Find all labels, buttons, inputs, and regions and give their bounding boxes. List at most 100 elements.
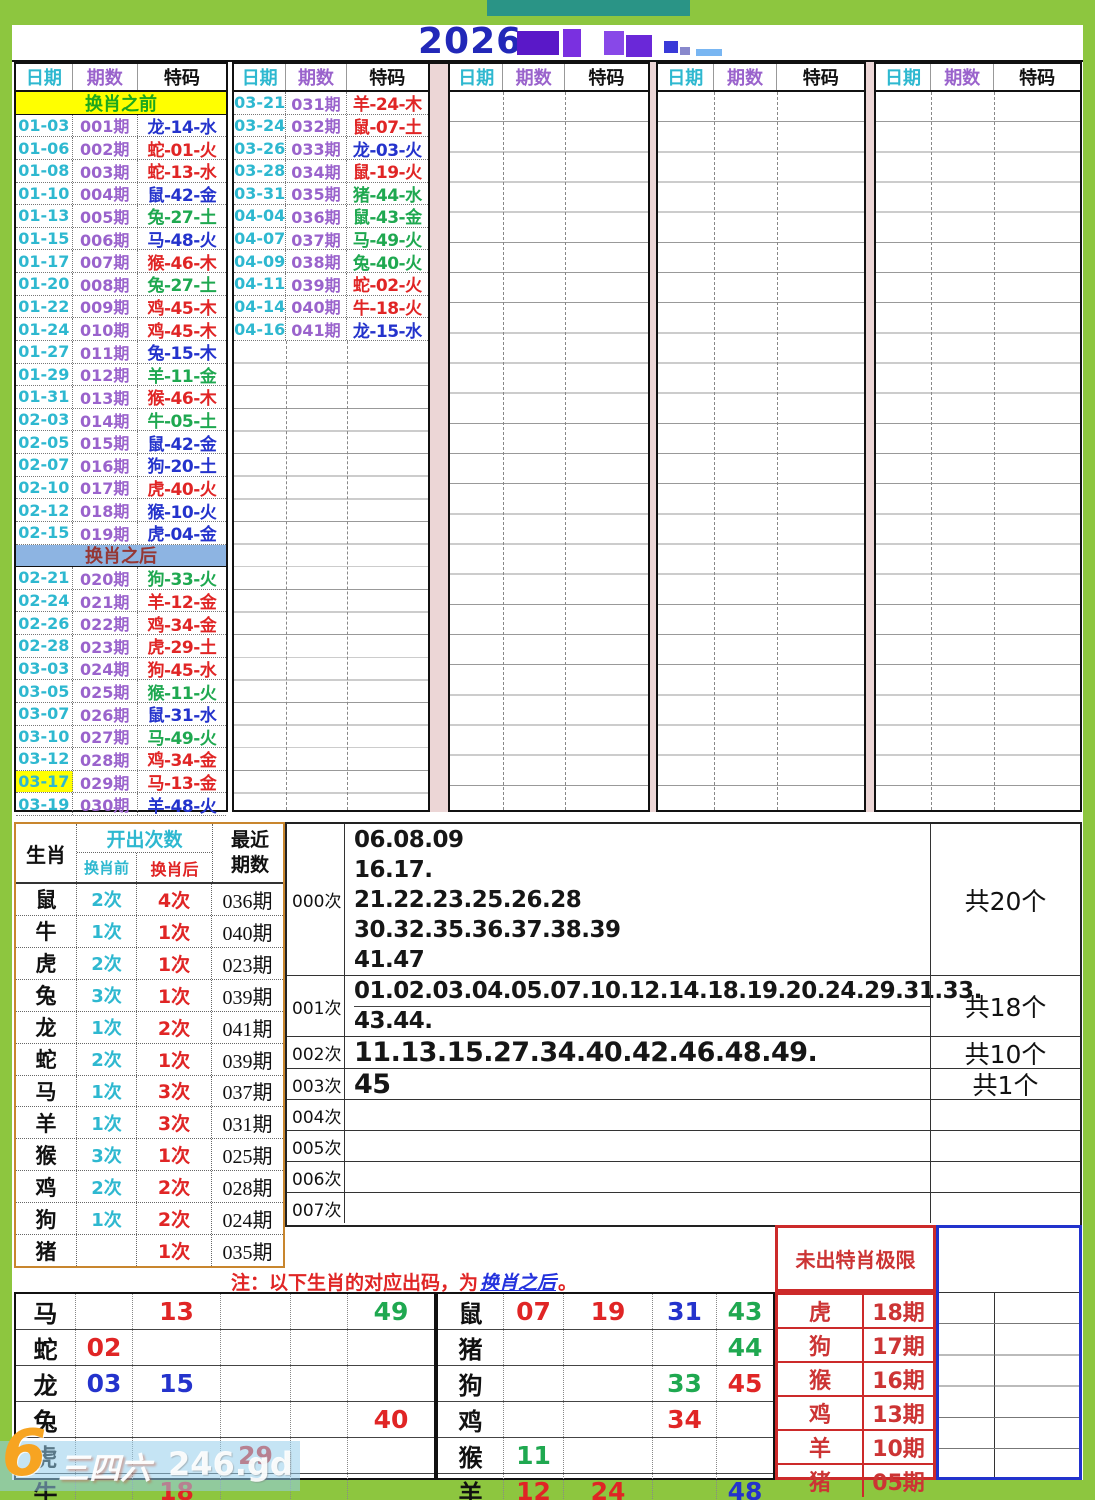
blur-block (604, 31, 624, 55)
period-header: 期数 (931, 64, 995, 90)
frequency-number-line: 41.47 (354, 946, 425, 973)
bottom-zodiac: 龙 (16, 1366, 76, 1401)
result-date: 01-06 (16, 137, 73, 159)
stats-recent-period: 041期 (222, 1018, 273, 1041)
note-line: 注：以下生肖的对应出码，为 换肖之后。 (14, 1268, 794, 1294)
blue-empty-box (936, 1225, 1082, 1480)
result-row: 01-15 006期 马-48-火 (16, 227, 226, 251)
results-table-3: 日期 期数 特码 (448, 62, 650, 812)
stats-before-count: 3次 (77, 979, 137, 1011)
grid-divider (931, 92, 933, 810)
result-code: 猴-46-木 (147, 389, 217, 410)
result-row: 04-07 037期 马-49-火 (234, 227, 428, 251)
bottom-number (133, 1330, 221, 1365)
frequency-table: 000次 06.08.09 16.17. 21.22.23.25.26.28 3… (285, 822, 1082, 1227)
stats-row: 猴 3次 1次 025期 (16, 1139, 283, 1172)
draw-count-header: 开出次数 (77, 824, 212, 853)
stats-recent-period: 035期 (222, 1242, 273, 1265)
blue-box-rows (939, 1293, 1079, 1477)
frequency-label: 007次 (287, 1193, 345, 1223)
result-period: 023期 (73, 635, 138, 657)
stats-zodiac: 蛇 (16, 1043, 77, 1075)
result-code: 鼠-42-金 (147, 185, 217, 206)
table-header: 日期 期数 特码 (876, 64, 1080, 92)
stats-body: 鼠 2次 4次 036期 牛 1次 1次 040期 虎 2次 1次 023期 兔… (16, 884, 283, 1267)
result-period: 039期 (286, 273, 347, 295)
result-date: 02-26 (16, 612, 73, 634)
stats-zodiac: 鸡 (16, 1171, 77, 1203)
result-date: 03-31 (234, 182, 287, 205)
result-row: 01-24 010期 鸡-45-木 (16, 318, 226, 342)
section-header-before: 换肖之前 (16, 92, 226, 115)
stats-before-count: 2次 (77, 884, 137, 915)
date-header: 日期 (876, 64, 932, 90)
limits-periods: 18期 (872, 1301, 925, 1326)
result-period: 011期 (73, 340, 138, 363)
result-period: 016期 (73, 454, 138, 476)
result-row: 03-21 031期 羊-24-木 (234, 92, 428, 115)
bottom-row: 蛇 02 (16, 1330, 434, 1366)
limits-periods: 13期 (872, 1403, 925, 1428)
title-bar: 2026 (12, 21, 1083, 62)
frequency-row: 007次 (287, 1193, 1080, 1223)
result-date: 03-17 (16, 770, 73, 793)
result-period: 010期 (73, 318, 138, 340)
result-period: 041期 (286, 318, 347, 340)
bottom-number: 43 (727, 1297, 763, 1326)
result-row: 02-05 015期 鼠-42-金 (16, 431, 226, 455)
page-title: 2026 (418, 21, 523, 62)
result-code: 羊-48-火 (147, 796, 217, 817)
result-code: 兔-15-木 (147, 344, 217, 365)
stats-row: 狗 1次 2次 024期 (16, 1203, 283, 1236)
date-header: 日期 (16, 64, 73, 90)
result-period: 026期 (73, 702, 138, 725)
result-row: 02-28 023期 虎-29-土 (16, 635, 226, 658)
result-code: 蛇-01-火 (147, 140, 217, 161)
stats-after-count: 2次 (137, 1011, 212, 1043)
results-area: 日期 期数 特码 换肖之前 01-03 001期 龙-14-水 01-06 00… (12, 62, 1083, 817)
result-row: 02-26 022期 鸡-34-金 (16, 612, 226, 636)
bottom-number: 07 (504, 1294, 564, 1329)
result-period: 032期 (286, 114, 347, 136)
frequency-row: 005次 (287, 1131, 1080, 1162)
bottom-zodiac: 猴 (438, 1438, 504, 1473)
frequency-number-line: 06.08.09 (354, 826, 464, 853)
result-code: 猴-10-火 (147, 502, 217, 523)
stats-row: 猪 1次 035期 (16, 1235, 283, 1267)
frequency-label: 001次 (287, 976, 345, 1036)
result-row: 03-31 035期 猪-44-水 (234, 182, 428, 206)
result-code: 狗-33-火 (147, 570, 217, 591)
result-date: 01-08 (16, 159, 73, 182)
stats-after-count: 3次 (137, 1075, 212, 1107)
limits-periods: 17期 (872, 1335, 925, 1360)
stats-row: 牛 1次 1次 040期 (16, 915, 283, 948)
frequency-numbers: 01.02.03.04.05.07.10.12.14.18.19.20.24.2… (345, 976, 982, 1036)
bottom-zodiac: 鸡 (438, 1402, 504, 1437)
bottom-number: 19 (564, 1294, 653, 1329)
result-date: 01-10 (16, 182, 73, 205)
result-period: 031期 (286, 92, 347, 114)
result-period: 004期 (73, 182, 138, 204)
bottom-number (348, 1330, 434, 1365)
result-code: 鸡-45-木 (147, 298, 217, 319)
result-code: 鸡-34-金 (147, 615, 217, 636)
stats-zodiac: 猪 (16, 1235, 77, 1267)
bottom-number: 13 (133, 1294, 221, 1329)
result-date: 02-05 (16, 431, 73, 453)
stats-row: 鼠 2次 4次 036期 (16, 884, 283, 916)
limits-periods: 16期 (872, 1369, 925, 1394)
stats-after-count: 3次 (137, 1107, 212, 1139)
table-header: 日期 期数 特码 (234, 64, 428, 92)
limits-zodiac: 鸡 (778, 1397, 864, 1429)
result-row: 01-22 009期 鸡-45-木 (16, 295, 226, 319)
result-code: 猪-44-水 (352, 185, 422, 206)
bottom-number (564, 1366, 653, 1401)
limits-row: 鸡 13期 (778, 1397, 933, 1431)
result-code: 羊-24-木 (352, 95, 422, 116)
watermark-site: 246.gd (168, 1445, 293, 1483)
limits-row: 羊 10期 (778, 1431, 933, 1465)
stats-zodiac: 马 (16, 1075, 77, 1107)
result-code: 鸡-45-木 (147, 321, 217, 342)
stats-before-count: 1次 (77, 1011, 137, 1043)
result-period: 001期 (73, 114, 138, 136)
